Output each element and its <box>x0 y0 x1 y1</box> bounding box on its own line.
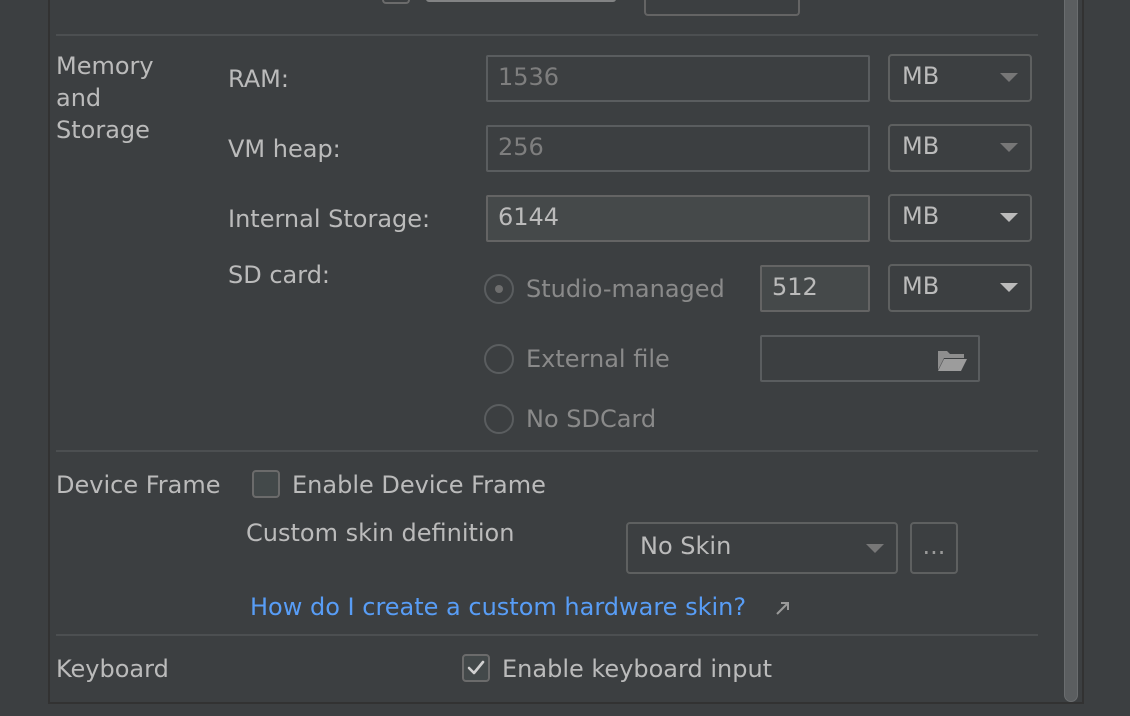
ram-input[interactable]: 1536 <box>486 55 870 102</box>
sd-card-size-input[interactable]: 512 <box>760 265 870 312</box>
external-file-radio[interactable] <box>484 344 514 374</box>
no-sdcard-radio[interactable] <box>484 404 514 434</box>
chevron-down-icon <box>1000 73 1018 82</box>
sd-card-unit-select[interactable]: MB <box>888 264 1032 312</box>
custom-skin-label: Custom skin definition <box>246 519 515 547</box>
clipped-checkbox[interactable] <box>382 0 410 4</box>
scrollbar-thumb[interactable] <box>1064 0 1078 702</box>
chevron-down-icon <box>1000 283 1018 292</box>
external-file-path-input[interactable] <box>760 335 980 382</box>
vm-heap-unit-select[interactable]: MB <box>888 124 1032 172</box>
vm-heap-input[interactable]: 256 <box>486 125 870 172</box>
internal-storage-unit-select[interactable]: MB <box>888 194 1032 242</box>
enable-keyboard-checkbox[interactable] <box>462 654 490 682</box>
internal-storage-label: Internal Storage: <box>228 205 431 233</box>
internal-storage-input[interactable]: 6144 <box>486 195 870 242</box>
enable-device-frame-checkbox[interactable] <box>252 470 280 498</box>
folder-open-icon[interactable] <box>936 346 968 372</box>
studio-managed-radio[interactable] <box>484 274 514 304</box>
clipped-label <box>426 0 616 2</box>
section-title-memory: Memory and Storage <box>56 52 154 144</box>
vm-heap-unit-value: MB <box>902 132 940 160</box>
section-title-keyboard: Keyboard <box>56 655 169 683</box>
internal-storage-unit-value: MB <box>902 202 940 230</box>
no-sdcard-label: No SDCard <box>526 405 657 433</box>
separator <box>56 34 1038 36</box>
more-button-label: ... <box>922 532 946 560</box>
checkmark-icon <box>467 660 485 675</box>
radio-selected-dot <box>495 285 503 293</box>
separator <box>56 450 1038 452</box>
separator <box>56 634 1038 636</box>
ram-label: RAM: <box>228 65 289 93</box>
enable-keyboard-label: Enable keyboard input <box>502 655 773 683</box>
section-title-device-frame: Device Frame <box>56 471 221 499</box>
clipped-field[interactable] <box>644 0 800 16</box>
skin-select-value: No Skin <box>640 532 732 560</box>
enable-device-frame-label: Enable Device Frame <box>292 471 546 499</box>
studio-managed-label: Studio-managed <box>526 275 725 303</box>
chevron-down-icon <box>1000 143 1018 152</box>
ram-unit-select[interactable]: MB <box>888 54 1032 102</box>
ram-unit-value: MB <box>902 62 940 90</box>
arrow-up-right-icon[interactable] <box>774 599 792 617</box>
skin-browse-button[interactable]: ... <box>910 522 958 574</box>
custom-skin-help-link[interactable]: How do I create a custom hardware skin? <box>250 592 746 622</box>
vm-heap-label: VM heap: <box>228 135 341 163</box>
chevron-down-icon <box>866 544 884 553</box>
sd-card-unit-value: MB <box>902 272 940 300</box>
external-file-label: External file <box>526 345 670 373</box>
skin-select[interactable]: No Skin <box>626 522 898 574</box>
chevron-down-icon <box>1000 213 1018 222</box>
sd-card-label: SD card: <box>228 261 331 289</box>
